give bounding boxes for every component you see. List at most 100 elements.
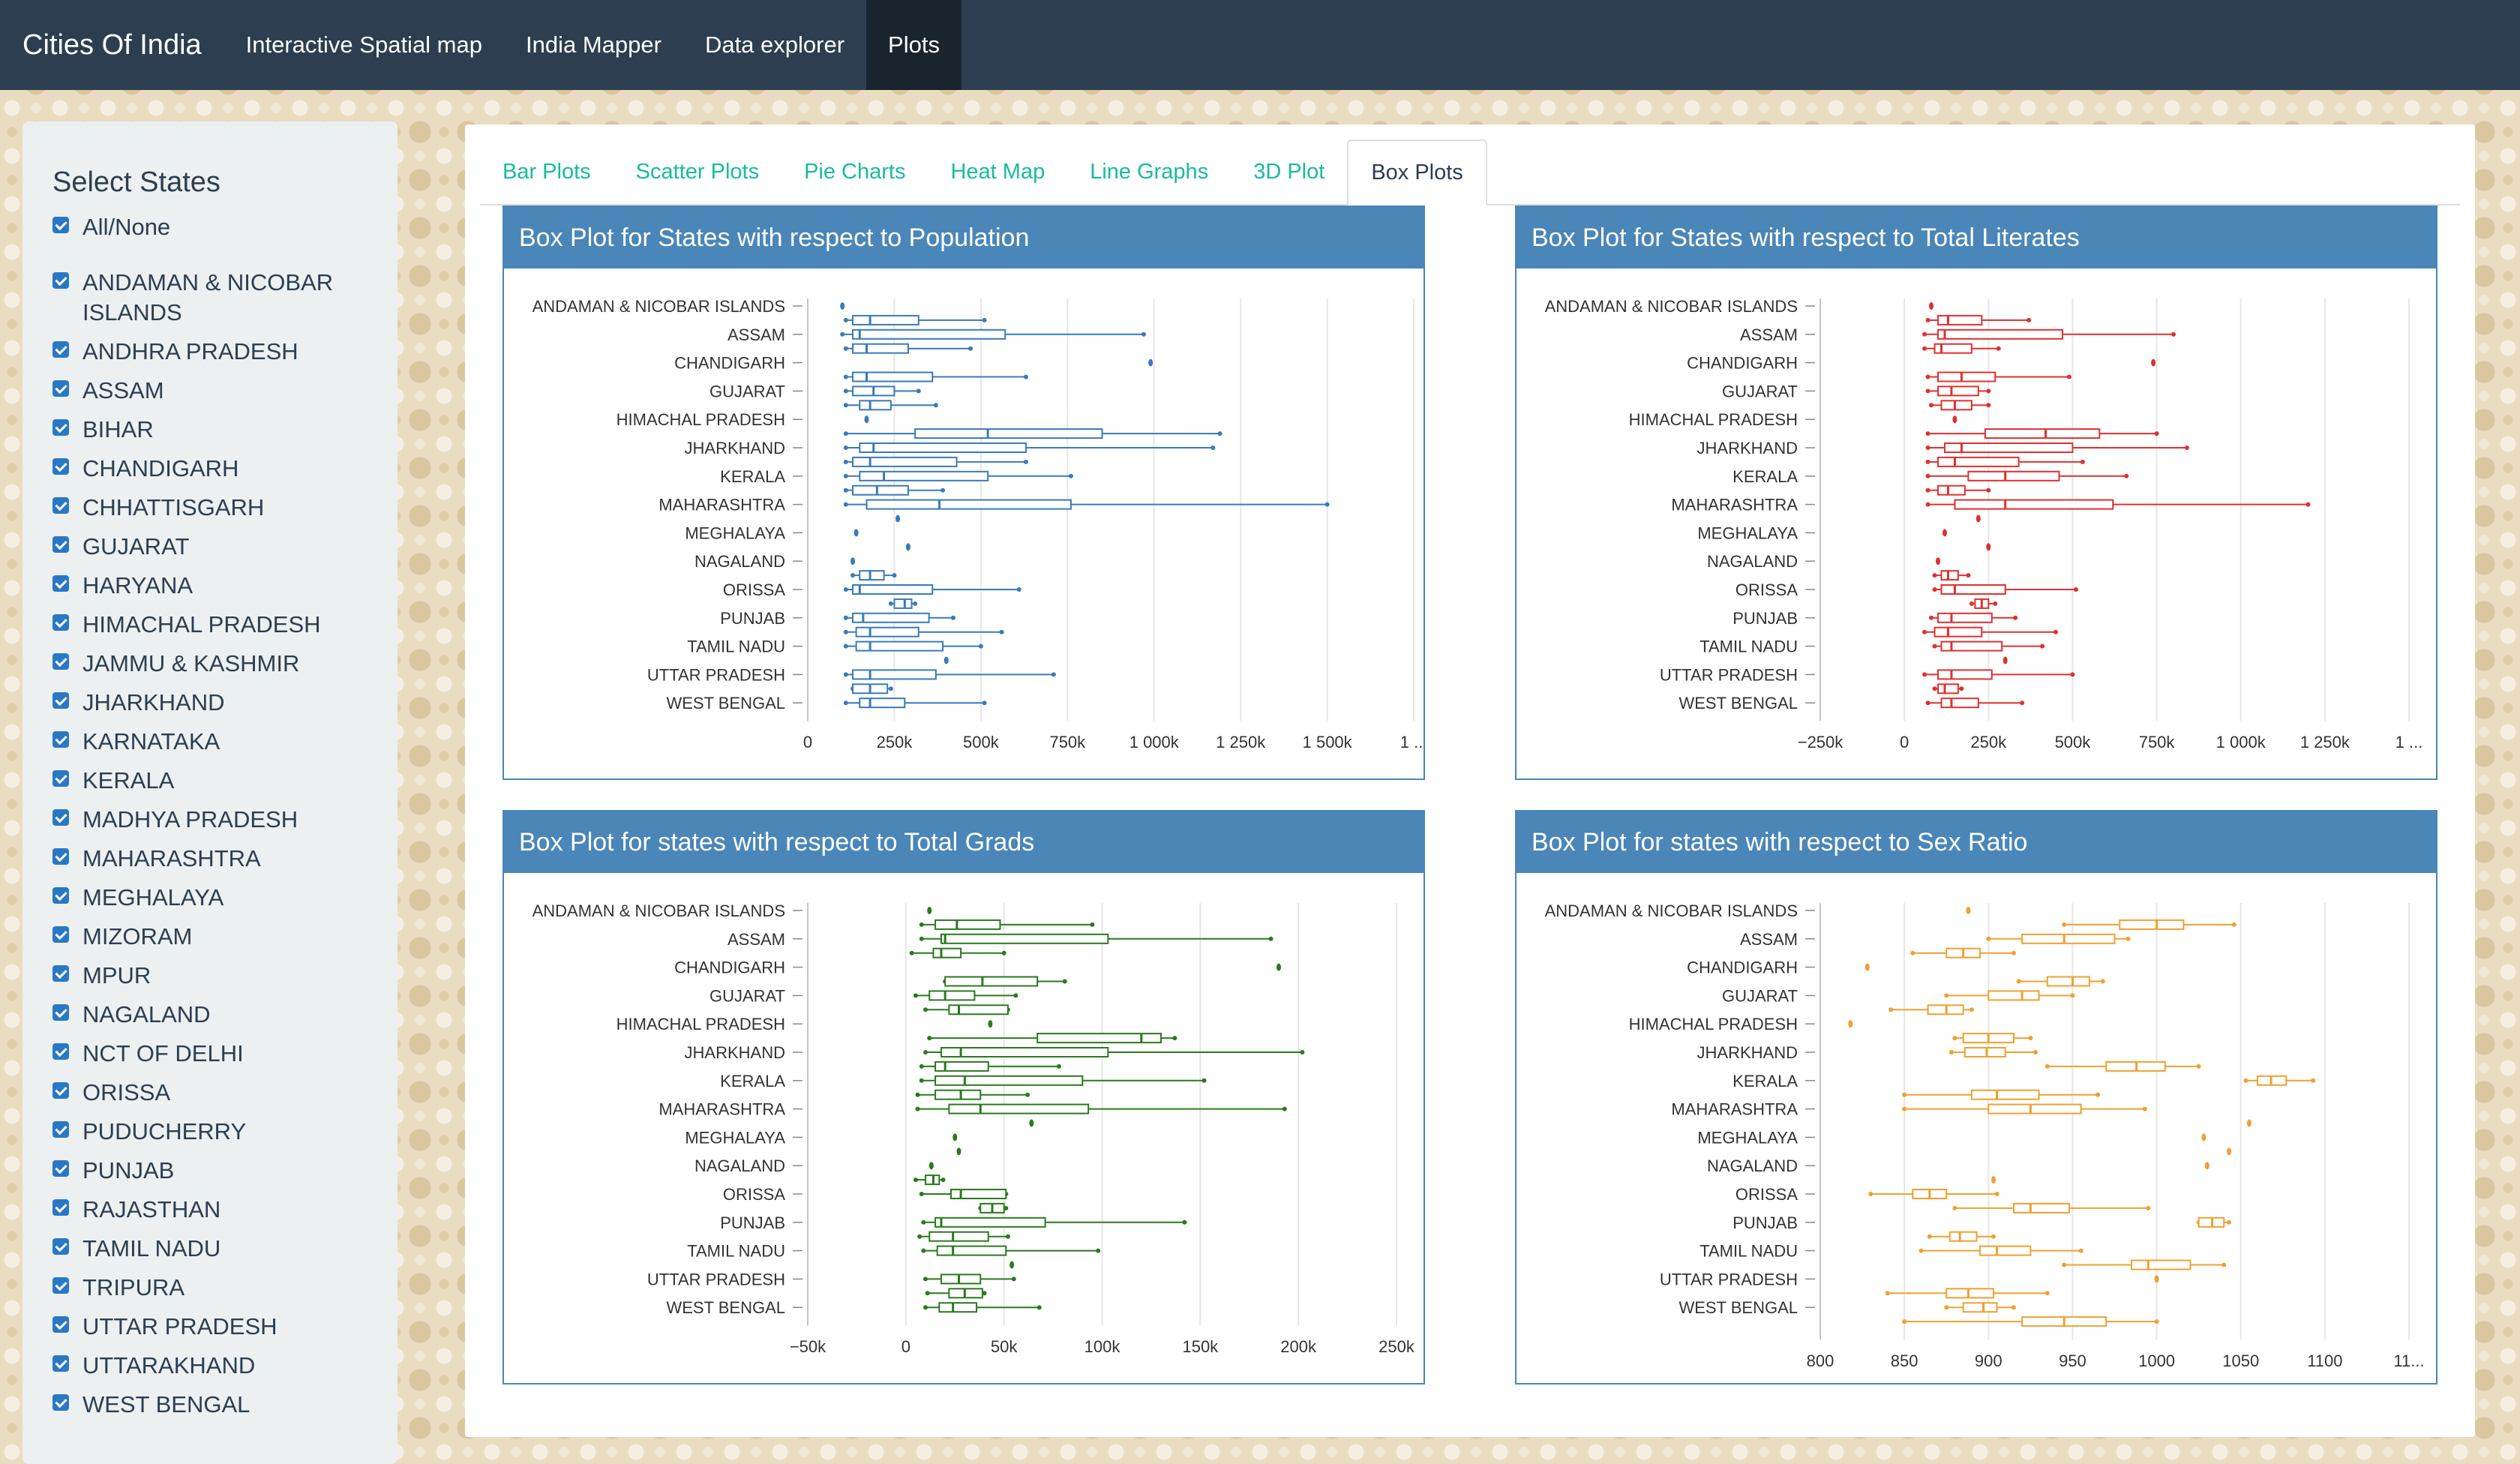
checkbox-checked-icon[interactable]	[52, 536, 69, 553]
state-checkbox-row[interactable]: ORISSA	[52, 1078, 368, 1108]
state-checkbox-row[interactable]: ANDAMAN & NICOBAR ISLANDS	[52, 268, 368, 328]
nav-plots[interactable]: Plots	[866, 0, 962, 90]
state-checkbox-row[interactable]: MAHARASHTRA	[52, 844, 368, 874]
state-checkbox-row[interactable]: UTTARAKHAND	[52, 1351, 368, 1381]
state-checkbox-row[interactable]: JHARKHAND	[52, 688, 368, 718]
checkbox-checked-icon[interactable]	[52, 217, 69, 233]
box-body	[1984, 428, 2101, 440]
box-body	[940, 933, 1109, 944]
checkbox-checked-icon[interactable]	[52, 1355, 69, 1372]
all-none-checkbox-row[interactable]: All/None	[52, 212, 368, 242]
state-checkbox-row[interactable]: RAJASTHAN	[52, 1195, 368, 1225]
x-tick-label: 1 250k	[2300, 733, 2350, 752]
box-body	[1937, 314, 1983, 326]
state-checkbox-row[interactable]: CHHATTISGARH	[52, 493, 368, 523]
y-category-label: ANDAMAN & NICOBAR ISLANDS	[532, 297, 785, 316]
box-point	[850, 557, 856, 566]
checkbox-checked-icon[interactable]	[52, 692, 69, 709]
checkbox-checked-icon[interactable]	[52, 380, 69, 397]
nav-data-explorer[interactable]: Data explorer	[683, 0, 866, 90]
checkbox-checked-icon[interactable]	[52, 653, 69, 670]
checkbox-checked-icon[interactable]	[52, 848, 69, 865]
box-mark	[843, 314, 987, 326]
tab-heat-map[interactable]: Heat Map	[928, 140, 1067, 204]
tab-bar-plots[interactable]: Bar Plots	[480, 140, 614, 204]
state-checkbox-row[interactable]: PUDUCHERRY	[52, 1117, 368, 1147]
box-body	[1946, 1288, 1995, 1299]
state-checkbox-row[interactable]: KARNATAKA	[52, 727, 368, 757]
brand[interactable]: Cities Of India	[0, 0, 224, 90]
state-label: BIHAR	[82, 416, 154, 442]
state-checkbox-row[interactable]: JAMMU & KASHMIR	[52, 649, 368, 679]
nav-interactive-spatial-map[interactable]: Interactive Spatial map	[224, 0, 504, 90]
box-body	[1937, 669, 1993, 680]
box-point	[2154, 1275, 2159, 1283]
state-checkbox-row[interactable]: ANDHRA PRADESH	[52, 337, 368, 367]
state-label: MAHARASHTRA	[82, 845, 261, 872]
state-checkbox-row[interactable]: CHANDIGARH	[52, 454, 368, 484]
state-checkbox-row[interactable]: GUJARAT	[52, 532, 368, 562]
checkbox-checked-icon[interactable]	[52, 926, 69, 943]
box-mark	[921, 1216, 1187, 1228]
state-checkbox-row[interactable]: TAMIL NADU	[52, 1234, 368, 1264]
checkbox-checked-icon[interactable]	[52, 341, 69, 358]
whisker-end	[1952, 1205, 1958, 1210]
tab-pie-charts[interactable]: Pie Charts	[782, 140, 928, 204]
state-checkbox-row[interactable]: NAGALAND	[52, 1000, 368, 1030]
checkbox-checked-icon[interactable]	[52, 1043, 69, 1060]
checkbox-checked-icon[interactable]	[52, 1238, 69, 1255]
state-checkbox-row[interactable]: NCT OF DELHI	[52, 1039, 368, 1069]
state-checkbox-row[interactable]: HIMACHAL PRADESH	[52, 610, 368, 640]
state-checkbox-row[interactable]: HARYANA	[52, 571, 368, 601]
checkbox-checked-icon[interactable]	[52, 272, 69, 289]
state-checkbox-row[interactable]: MEGHALAYA	[52, 883, 368, 913]
box-body	[1937, 484, 1966, 496]
y-category-label: ORISSA	[723, 1185, 785, 1204]
state-checkbox-row[interactable]: MIZORAM	[52, 922, 368, 952]
box-body	[948, 1103, 1090, 1114]
checkbox-checked-icon[interactable]	[52, 497, 69, 514]
x-tick-label: 0	[902, 1337, 910, 1356]
checkbox-checked-icon[interactable]	[52, 1277, 69, 1294]
state-checkbox-row[interactable]: PUNJAB	[52, 1156, 368, 1186]
checkbox-checked-icon[interactable]	[52, 1082, 69, 1099]
checkbox-checked-icon[interactable]	[52, 809, 69, 826]
state-checkbox-row[interactable]: MADHYA PRADESH	[52, 805, 368, 835]
checkbox-checked-icon[interactable]	[52, 1004, 69, 1021]
tab-line-graphs[interactable]: Line Graphs	[1067, 140, 1231, 204]
nav-india-mapper[interactable]: India Mapper	[504, 0, 683, 90]
tab-box-plots[interactable]: Box Plots	[1347, 140, 1487, 206]
box-mark	[923, 1274, 1016, 1285]
state-checkbox-row[interactable]: BIHAR	[52, 415, 368, 445]
checkbox-checked-icon[interactable]	[52, 458, 69, 475]
state-checkbox-row[interactable]: MPUR	[52, 961, 368, 991]
state-checkbox-row[interactable]: KERALA	[52, 766, 368, 796]
checkbox-checked-icon[interactable]	[52, 731, 69, 748]
panel-title: Box Plot for States with respect to Tota…	[1516, 207, 2436, 268]
checkbox-checked-icon[interactable]	[52, 1316, 69, 1333]
x-tick-label: 750k	[1049, 733, 1086, 752]
checkbox-checked-icon[interactable]	[52, 965, 69, 982]
sidebar-title: Select States	[52, 166, 220, 198]
box-mark	[1925, 470, 2129, 482]
checkbox-checked-icon[interactable]	[52, 1121, 69, 1138]
state-checkbox-row[interactable]: ASSAM	[52, 376, 368, 406]
checkbox-checked-icon[interactable]	[52, 1199, 69, 1216]
checkbox-checked-icon[interactable]	[52, 770, 69, 787]
checkbox-checked-icon[interactable]	[52, 575, 69, 592]
checkbox-checked-icon[interactable]	[52, 419, 69, 436]
checkbox-checked-icon[interactable]	[52, 887, 69, 904]
state-checkbox-row[interactable]: WEST BENGAL	[52, 1390, 368, 1420]
whisker-end	[2062, 922, 2067, 927]
tab-scatter-plots[interactable]: Scatter Plots	[614, 140, 782, 204]
tab-3d-plot[interactable]: 3D Plot	[1231, 140, 1347, 204]
state-checkbox-row[interactable]: UTTAR PRADESH	[52, 1312, 368, 1342]
checkbox-checked-icon[interactable]	[52, 1394, 69, 1411]
state-checkbox-row[interactable]: TRIPURA	[52, 1273, 368, 1303]
box-point	[1991, 1176, 1996, 1184]
box-mark	[843, 470, 1073, 482]
checkbox-checked-icon[interactable]	[52, 614, 69, 631]
box-body	[2012, 1202, 2070, 1214]
box-body	[855, 626, 920, 638]
checkbox-checked-icon[interactable]	[52, 1160, 69, 1177]
